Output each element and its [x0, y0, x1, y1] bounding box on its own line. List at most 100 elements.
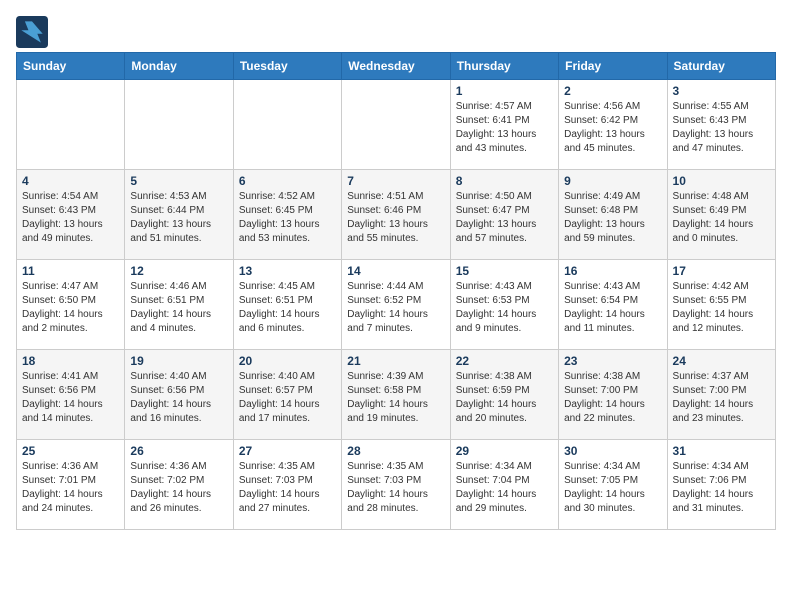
week-row-3: 18Sunrise: 4:41 AM Sunset: 6:56 PM Dayli…	[17, 350, 776, 440]
day-info: Sunrise: 4:50 AM Sunset: 6:47 PM Dayligh…	[456, 190, 553, 246]
day-number: 1	[456, 84, 553, 98]
day-info: Sunrise: 4:43 AM Sunset: 6:53 PM Dayligh…	[456, 280, 553, 336]
day-number: 7	[347, 174, 444, 188]
day-number: 9	[564, 174, 661, 188]
day-number: 21	[347, 354, 444, 368]
calendar-cell: 22Sunrise: 4:38 AM Sunset: 6:59 PM Dayli…	[450, 350, 558, 440]
day-info: Sunrise: 4:36 AM Sunset: 7:01 PM Dayligh…	[22, 460, 119, 516]
calendar-cell: 12 Sunrise: 4:46 AM Sunset: 6:51 PM Dayli…	[125, 260, 233, 350]
day-info: Sunrise: 4:34 AM Sunset: 7:04 PM Dayligh…	[456, 460, 553, 516]
day-number: 26	[130, 444, 227, 458]
day-number: 19	[130, 354, 227, 368]
day-info: Sunrise: 4:47 AM Sunset: 6:50 PM Dayligh…	[22, 280, 119, 336]
calendar-cell: 21 Sunrise: 4:39 AM Sunset: 6:58 PM Dayli…	[342, 350, 450, 440]
day-info: Sunrise: 4:35 AM Sunset: 7:03 PM Dayligh…	[347, 460, 444, 516]
day-info: Sunrise: 4:44 AM Sunset: 6:52 PM Dayligh…	[347, 280, 444, 336]
day-info: Sunrise: 4:53 AM Sunset: 6:44 PM Dayligh…	[130, 190, 227, 246]
calendar-cell: 10Sunrise: 4:48 AM Sunset: 6:49 PM Dayli…	[667, 170, 775, 260]
calendar-cell: 30 Sunrise: 4:34 AM Sunset: 7:05 PM Dayli…	[559, 440, 667, 530]
day-info: Sunrise: 4:35 AM Sunset: 7:03 PM Dayligh…	[239, 460, 336, 516]
calendar-cell: 29Sunrise: 4:34 AM Sunset: 7:04 PM Dayli…	[450, 440, 558, 530]
day-number: 30	[564, 444, 661, 458]
day-info: Sunrise: 4:41 AM Sunset: 6:56 PM Dayligh…	[22, 370, 119, 426]
page-header	[16, 16, 776, 48]
week-row-4: 25 Sunrise: 4:36 AM Sunset: 7:01 PM Dayli…	[17, 440, 776, 530]
day-info: Sunrise: 4:57 AM Sunset: 6:41 PM Dayligh…	[456, 100, 553, 156]
day-info: Sunrise: 4:42 AM Sunset: 6:55 PM Dayligh…	[673, 280, 770, 336]
header-saturday: Saturday	[667, 53, 775, 80]
header-wednesday: Wednesday	[342, 53, 450, 80]
day-number: 4	[22, 174, 119, 188]
calendar-cell: 23 Sunrise: 4:38 AM Sunset: 7:00 PM Dayli…	[559, 350, 667, 440]
calendar-cell	[233, 80, 341, 170]
day-info: Sunrise: 4:51 AM Sunset: 6:46 PM Dayligh…	[347, 190, 444, 246]
day-number: 27	[239, 444, 336, 458]
week-row-1: 4 Sunrise: 4:54 AM Sunset: 6:43 PM Daylig…	[17, 170, 776, 260]
day-info: Sunrise: 4:40 AM Sunset: 6:57 PM Dayligh…	[239, 370, 336, 426]
week-row-0: 1 Sunrise: 4:57 AM Sunset: 6:41 PM Daylig…	[17, 80, 776, 170]
day-info: Sunrise: 4:54 AM Sunset: 6:43 PM Dayligh…	[22, 190, 119, 246]
calendar-cell: 15 Sunrise: 4:43 AM Sunset: 6:53 PM Dayli…	[450, 260, 558, 350]
header-sunday: Sunday	[17, 53, 125, 80]
day-number: 14	[347, 264, 444, 278]
day-info: Sunrise: 4:48 AM Sunset: 6:49 PM Dayligh…	[673, 190, 770, 246]
day-number: 31	[673, 444, 770, 458]
calendar-cell: 17Sunrise: 4:42 AM Sunset: 6:55 PM Dayli…	[667, 260, 775, 350]
calendar-cell: 6Sunrise: 4:52 AM Sunset: 6:45 PM Daylig…	[233, 170, 341, 260]
day-info: Sunrise: 4:34 AM Sunset: 7:05 PM Dayligh…	[564, 460, 661, 516]
day-info: Sunrise: 4:40 AM Sunset: 6:56 PM Dayligh…	[130, 370, 227, 426]
header-thursday: Thursday	[450, 53, 558, 80]
calendar-cell: 13 Sunrise: 4:45 AM Sunset: 6:51 PM Dayli…	[233, 260, 341, 350]
calendar-cell: 11 Sunrise: 4:47 AM Sunset: 6:50 PM Dayli…	[17, 260, 125, 350]
calendar-cell: 18Sunrise: 4:41 AM Sunset: 6:56 PM Dayli…	[17, 350, 125, 440]
calendar-cell: 19 Sunrise: 4:40 AM Sunset: 6:56 PM Dayli…	[125, 350, 233, 440]
calendar-cell	[125, 80, 233, 170]
calendar-cell	[17, 80, 125, 170]
calendar-cell: 4 Sunrise: 4:54 AM Sunset: 6:43 PM Daylig…	[17, 170, 125, 260]
day-info: Sunrise: 4:36 AM Sunset: 7:02 PM Dayligh…	[130, 460, 227, 516]
calendar-cell: 16 Sunrise: 4:43 AM Sunset: 6:54 PM Dayli…	[559, 260, 667, 350]
day-info: Sunrise: 4:45 AM Sunset: 6:51 PM Dayligh…	[239, 280, 336, 336]
calendar-cell	[342, 80, 450, 170]
day-number: 5	[130, 174, 227, 188]
calendar-table: SundayMondayTuesdayWednesdayThursdayFrid…	[16, 52, 776, 530]
day-number: 11	[22, 264, 119, 278]
calendar-cell: 9 Sunrise: 4:49 AM Sunset: 6:48 PM Daylig…	[559, 170, 667, 260]
calendar-cell: 1 Sunrise: 4:57 AM Sunset: 6:41 PM Daylig…	[450, 80, 558, 170]
day-number: 20	[239, 354, 336, 368]
day-number: 2	[564, 84, 661, 98]
header-friday: Friday	[559, 53, 667, 80]
day-number: 15	[456, 264, 553, 278]
day-info: Sunrise: 4:46 AM Sunset: 6:51 PM Dayligh…	[130, 280, 227, 336]
calendar-cell: 31Sunrise: 4:34 AM Sunset: 7:06 PM Dayli…	[667, 440, 775, 530]
header-monday: Monday	[125, 53, 233, 80]
day-number: 24	[673, 354, 770, 368]
day-info: Sunrise: 4:37 AM Sunset: 7:00 PM Dayligh…	[673, 370, 770, 426]
day-number: 28	[347, 444, 444, 458]
calendar-cell: 26 Sunrise: 4:36 AM Sunset: 7:02 PM Dayli…	[125, 440, 233, 530]
calendar-cell: 7 Sunrise: 4:51 AM Sunset: 6:46 PM Daylig…	[342, 170, 450, 260]
calendar-cell: 5 Sunrise: 4:53 AM Sunset: 6:44 PM Daylig…	[125, 170, 233, 260]
calendar-cell: 14 Sunrise: 4:44 AM Sunset: 6:52 PM Dayli…	[342, 260, 450, 350]
day-number: 16	[564, 264, 661, 278]
calendar-cell: 3Sunrise: 4:55 AM Sunset: 6:43 PM Daylig…	[667, 80, 775, 170]
day-number: 12	[130, 264, 227, 278]
day-number: 3	[673, 84, 770, 98]
calendar-cell: 24 Sunrise: 4:37 AM Sunset: 7:00 PM Dayli…	[667, 350, 775, 440]
header-row: SundayMondayTuesdayWednesdayThursdayFrid…	[17, 53, 776, 80]
calendar-cell: 28 Sunrise: 4:35 AM Sunset: 7:03 PM Dayli…	[342, 440, 450, 530]
day-number: 25	[22, 444, 119, 458]
calendar-cell: 27 Sunrise: 4:35 AM Sunset: 7:03 PM Dayli…	[233, 440, 341, 530]
calendar-cell: 8Sunrise: 4:50 AM Sunset: 6:47 PM Daylig…	[450, 170, 558, 260]
day-number: 23	[564, 354, 661, 368]
logo	[16, 16, 52, 48]
day-info: Sunrise: 4:38 AM Sunset: 7:00 PM Dayligh…	[564, 370, 661, 426]
calendar-cell: 2Sunrise: 4:56 AM Sunset: 6:42 PM Daylig…	[559, 80, 667, 170]
day-info: Sunrise: 4:49 AM Sunset: 6:48 PM Dayligh…	[564, 190, 661, 246]
header-tuesday: Tuesday	[233, 53, 341, 80]
day-info: Sunrise: 4:43 AM Sunset: 6:54 PM Dayligh…	[564, 280, 661, 336]
day-number: 13	[239, 264, 336, 278]
day-info: Sunrise: 4:39 AM Sunset: 6:58 PM Dayligh…	[347, 370, 444, 426]
calendar-cell: 25 Sunrise: 4:36 AM Sunset: 7:01 PM Dayli…	[17, 440, 125, 530]
logo-icon	[16, 16, 48, 48]
